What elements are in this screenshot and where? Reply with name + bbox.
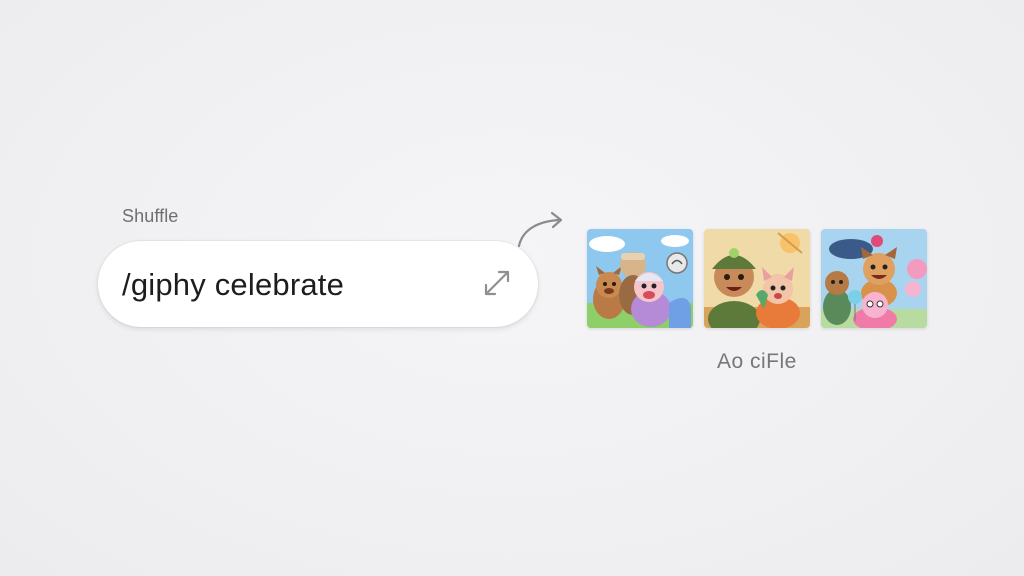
- command-input-text[interactable]: /giphy celebrate: [122, 267, 344, 303]
- results-caption: Ao ciFle: [717, 350, 797, 373]
- expand-arrows-icon[interactable]: [482, 268, 512, 298]
- command-input-bar[interactable]: /giphy celebrate: [98, 241, 538, 327]
- gif-thumbnail-3[interactable]: [821, 229, 927, 328]
- gif-results: [587, 229, 927, 329]
- gif-thumbnail-2[interactable]: [704, 229, 810, 328]
- shuffle-label: Shuffle: [122, 206, 179, 226]
- canvas: Shuffle /giphy celebrate Ao ciFle: [0, 0, 1024, 576]
- curved-arrow-icon: [517, 211, 563, 248]
- gif-thumbnail-1[interactable]: [587, 229, 693, 328]
